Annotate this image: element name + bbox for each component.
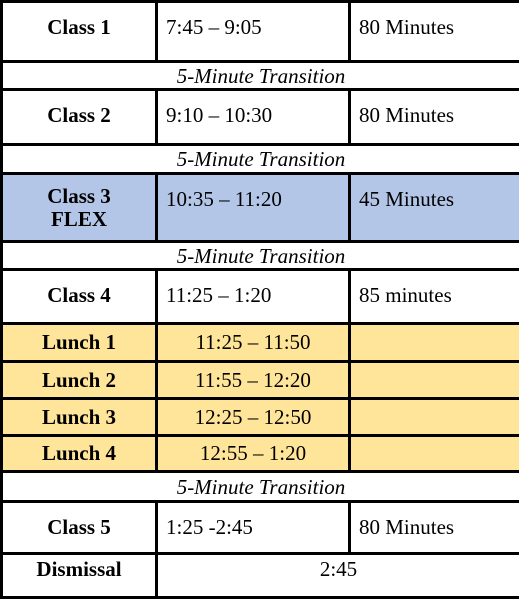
period-time: 12:55 – 1:20 <box>157 436 350 472</box>
period-label: Class 1 <box>2 2 157 62</box>
period-label: Lunch 1 <box>2 324 157 362</box>
transition-row: 5-Minute Transition <box>2 242 519 270</box>
period-time: 11:25 – 1:20 <box>157 270 350 324</box>
period-label: Class 2 <box>2 90 157 145</box>
bell-schedule-table: Class 1 7:45 – 9:05 80 Minutes 5-Minute … <box>0 0 519 599</box>
table-row-lunch-4: Lunch 4 12:55 – 1:20 <box>2 436 519 472</box>
period-duration: 45 Minutes <box>350 174 519 242</box>
period-time: 9:10 – 10:30 <box>157 90 350 145</box>
table-row-lunch-1: Lunch 1 11:25 – 11:50 <box>2 324 519 362</box>
transition-label: 5-Minute Transition <box>2 242 519 270</box>
period-label: Dismissal <box>2 554 157 598</box>
period-duration-empty <box>350 362 519 399</box>
transition-label: 5-Minute Transition <box>2 62 519 90</box>
period-time: 12:25 – 12:50 <box>157 399 350 436</box>
table-row-class-1: Class 1 7:45 – 9:05 80 Minutes <box>2 2 519 62</box>
table-row-class-4: Class 4 11:25 – 1:20 85 minutes <box>2 270 519 324</box>
period-time: 11:25 – 11:50 <box>157 324 350 362</box>
period-name: Class 3 <box>47 184 111 208</box>
period-duration: 85 minutes <box>350 270 519 324</box>
period-time: 1:25 -2:45 <box>157 502 350 554</box>
table-row-class-5: Class 5 1:25 -2:45 80 Minutes <box>2 502 519 554</box>
period-label: Lunch 2 <box>2 362 157 399</box>
period-sublabel: FLEX <box>51 207 107 231</box>
period-duration-empty <box>350 399 519 436</box>
table-row-dismissal: Dismissal 2:45 <box>2 554 519 598</box>
table-row-class-3-flex: Class 3FLEX 10:35 – 11:20 45 Minutes <box>2 174 519 242</box>
period-time: 11:55 – 12:20 <box>157 362 350 399</box>
period-duration-empty <box>350 436 519 472</box>
table-row-lunch-3: Lunch 3 12:25 – 12:50 <box>2 399 519 436</box>
table-row-lunch-2: Lunch 2 11:55 – 12:20 <box>2 362 519 399</box>
period-duration-empty <box>350 324 519 362</box>
period-label: Class 3FLEX <box>2 174 157 242</box>
period-label: Lunch 3 <box>2 399 157 436</box>
transition-row: 5-Minute Transition <box>2 62 519 90</box>
period-duration: 80 Minutes <box>350 502 519 554</box>
transition-label: 5-Minute Transition <box>2 472 519 502</box>
transition-label: 5-Minute Transition <box>2 145 519 174</box>
transition-row: 5-Minute Transition <box>2 472 519 502</box>
table-row-class-2: Class 2 9:10 – 10:30 80 Minutes <box>2 90 519 145</box>
period-time: 7:45 – 9:05 <box>157 2 350 62</box>
dismissal-time: 2:45 <box>157 554 519 598</box>
period-label: Class 4 <box>2 270 157 324</box>
period-duration: 80 Minutes <box>350 2 519 62</box>
transition-row: 5-Minute Transition <box>2 145 519 174</box>
period-duration: 80 Minutes <box>350 90 519 145</box>
period-label: Lunch 4 <box>2 436 157 472</box>
period-time: 10:35 – 11:20 <box>157 174 350 242</box>
period-label: Class 5 <box>2 502 157 554</box>
